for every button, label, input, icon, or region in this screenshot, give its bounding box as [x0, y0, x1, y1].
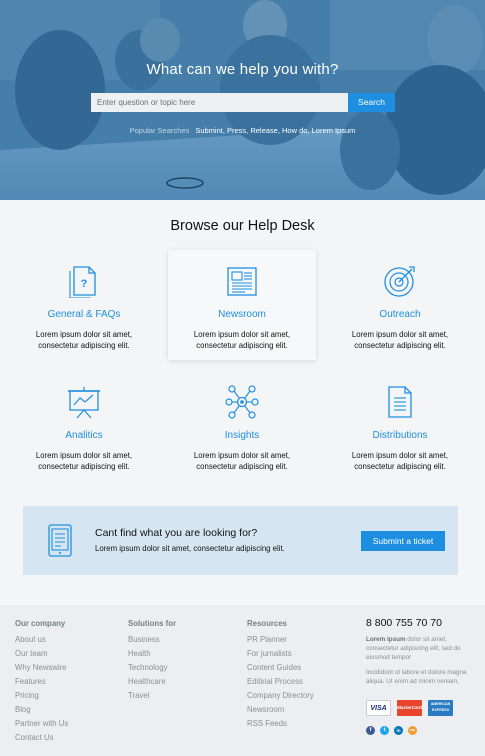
- footer-heading: Resources: [247, 619, 287, 628]
- footer-link[interactable]: Health: [128, 647, 176, 661]
- footer-link[interactable]: PR Planner: [247, 633, 314, 647]
- footer-link[interactable]: Healthcare: [128, 675, 176, 689]
- footer-link[interactable]: For jurnalists: [247, 647, 314, 661]
- card-title: Newsroom: [218, 309, 266, 320]
- card-analitics[interactable]: Analitics Lorem ipsum dolor sit amet, co…: [10, 371, 158, 481]
- footer-link[interactable]: Pricing: [15, 689, 68, 703]
- card-description: Lorem ipsum dolor sit amet, consectetur …: [193, 330, 291, 350]
- footer-paragraph: Lorem ipsum dolor sit amet, consectetur …: [366, 635, 476, 662]
- footer-link[interactable]: Partner with Us: [15, 717, 68, 731]
- popular-searches-terms[interactable]: Submint, Press, Release, How do, Lorem I…: [195, 126, 355, 135]
- footer-column-company: Our company About us Our team Why Newswi…: [15, 619, 68, 745]
- footer-link[interactable]: About us: [15, 633, 68, 647]
- footer-link[interactable]: Why Newswire: [15, 661, 68, 675]
- card-title: Insights: [224, 430, 260, 441]
- visa-icon: VISA: [366, 700, 391, 716]
- footer-link[interactable]: Contact Us: [15, 731, 68, 745]
- svg-text:?: ?: [81, 278, 88, 290]
- ticket-banner-subtitle: Lorem ipsum dolor sit amet, consectetur …: [95, 544, 285, 553]
- footer-link[interactable]: RSS Feeds: [247, 717, 314, 731]
- newspaper-icon: [227, 267, 257, 296]
- network-icon: [225, 385, 259, 419]
- footer-paragraph-secondary: Incididunt ut labore et dolore magna ali…: [366, 669, 467, 685]
- card-general-faqs[interactable]: ? General & FAQs Lorem ipsum dolor sit a…: [10, 250, 158, 360]
- footer-link[interactable]: Business: [128, 633, 176, 647]
- footer-link[interactable]: Travel: [128, 689, 176, 703]
- amex-icon: AMERICAN EXPRESS: [428, 700, 453, 716]
- footer-phone[interactable]: 8 800 755 70 70: [366, 617, 442, 629]
- mastercard-icon: MasterCard: [397, 700, 422, 716]
- card-distributions[interactable]: Distributions Lorem ipsum dolor sit amet…: [326, 371, 474, 481]
- footer-link[interactable]: Technology: [128, 661, 176, 675]
- card-description: Lorem ipsum dolor sit amet, consectetur …: [351, 451, 449, 471]
- footer-link[interactable]: Editirial Process: [247, 675, 314, 689]
- target-icon: [384, 266, 415, 297]
- facebook-icon[interactable]: f: [366, 726, 375, 735]
- rss-icon[interactable]: rss: [408, 726, 417, 735]
- document-question-icon: ?: [69, 266, 96, 298]
- card-newsroom[interactable]: Newsroom Lorem ipsum dolor sit amet, con…: [168, 250, 316, 360]
- ticket-banner: Cant find what you are looking for? Lore…: [23, 506, 458, 575]
- footer: Our company About us Our team Why Newswi…: [0, 605, 485, 756]
- footer-link[interactable]: Content Guides: [247, 661, 314, 675]
- card-title: Analitics: [65, 430, 103, 441]
- footer-link[interactable]: Blog: [15, 703, 68, 717]
- card-description: Lorem ipsum dolor sit amet, consectetur …: [193, 451, 291, 471]
- document-lines-icon: [388, 386, 412, 418]
- card-title: Outreach: [379, 309, 421, 320]
- footer-heading: Our company: [15, 619, 66, 628]
- twitter-icon[interactable]: t: [380, 726, 389, 735]
- footer-paragraph-bold: Lorem ipsum: [366, 636, 406, 643]
- linkedin-icon[interactable]: in: [394, 726, 403, 735]
- search-button[interactable]: Search: [348, 93, 395, 112]
- presentation-chart-icon: [68, 387, 100, 419]
- hero-banner: What can we help you with? Search Popula…: [0, 0, 485, 200]
- hero-title: What can we help you with?: [146, 61, 339, 78]
- footer-link[interactable]: Company Directory: [247, 689, 314, 703]
- search-input[interactable]: [91, 93, 349, 112]
- footer-link[interactable]: Our team: [15, 647, 68, 661]
- browse-title: Browse our Help Desk: [170, 218, 315, 234]
- footer-column-solutions: Solutions for Business Health Technology…: [128, 619, 176, 703]
- card-description: Lorem ipsum dolor sit amet, consectetur …: [35, 451, 133, 471]
- card-title: Distributions: [372, 430, 428, 441]
- footer-heading: Solutions for: [128, 619, 177, 628]
- popular-searches: Popular Searches Submint, Press, Release…: [0, 126, 485, 135]
- submit-ticket-button[interactable]: Submint a ticket: [361, 531, 445, 551]
- tablet-icon: [48, 524, 72, 557]
- ticket-banner-title: Cant find what you are looking for?: [95, 527, 258, 539]
- card-insights[interactable]: Insights Lorem ipsum dolor sit amet, con…: [168, 371, 316, 481]
- card-description: Lorem ipsum dolor sit amet, consectetur …: [35, 330, 133, 350]
- popular-searches-label: Popular Searches: [129, 126, 190, 135]
- footer-link[interactable]: Features: [15, 675, 68, 689]
- footer-link[interactable]: Newsroom: [247, 703, 314, 717]
- card-title: General & FAQs: [47, 309, 121, 320]
- footer-column-resources: Resources PR Planner For jurnalists Cont…: [247, 619, 314, 731]
- card-description: Lorem ipsum dolor sit amet, consectetur …: [351, 330, 449, 350]
- card-outreach[interactable]: Outreach Lorem ipsum dolor sit amet, con…: [326, 250, 474, 360]
